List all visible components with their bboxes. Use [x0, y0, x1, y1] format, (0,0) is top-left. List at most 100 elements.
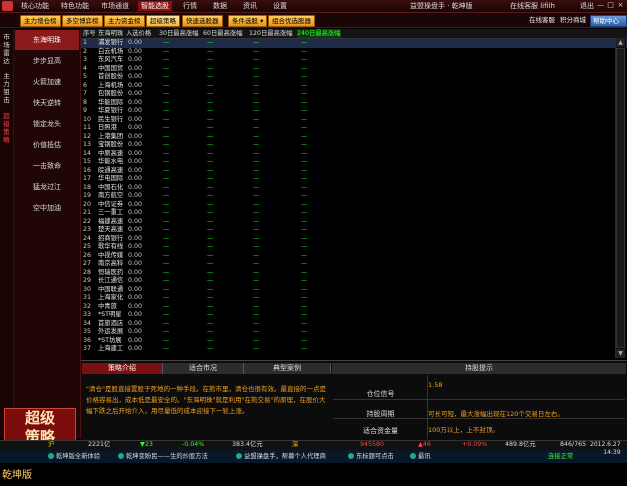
table-row[interactable]: 23 楚天高速 0.00 — — — — — [81, 226, 627, 235]
table-row[interactable]: 2 白云机场 0.00 — — — — — [81, 48, 627, 57]
table-row[interactable]: 12 上港集团 0.00 — — — — — [81, 133, 627, 142]
combo-picker-button[interactable]: 组合优选股器 — [268, 15, 315, 27]
menu-settings[interactable]: 设置 — [270, 1, 290, 11]
vtab-market-radar[interactable]: 市场雷达 — [1, 33, 12, 65]
ticker-text[interactable]: 乾坤版全新体验 — [56, 453, 100, 460]
col-header[interactable]: 30日最高涨幅 — [159, 29, 199, 38]
table-row[interactable]: 29 长江通信 0.00 — — — — — [81, 277, 627, 286]
super-strategy-button[interactable]: 超级策略 — [146, 15, 180, 27]
menu-feature[interactable]: 特色功能 — [58, 1, 92, 11]
table-row[interactable]: 7 包钢股份 0.00 — — — — — [81, 90, 627, 99]
table-row[interactable]: 4 中国国贸 0.00 — — — — — [81, 65, 627, 74]
help-center-button[interactable]: 帮助中心 ▾ — [590, 15, 627, 35]
strategy-item[interactable]: 价值抵估 — [15, 135, 79, 155]
user-label[interactable]: 在线客服 lifilh — [510, 1, 555, 11]
table-row[interactable]: 26 中视传媒 0.00 — — — — — [81, 252, 627, 261]
table-row[interactable]: 25 歌华有线 0.00 — — — — — [81, 243, 627, 252]
maximize-button[interactable]: □ — [606, 1, 615, 10]
table-row[interactable]: 32 中青旅 0.00 — — — — — [81, 303, 627, 312]
table-row[interactable]: 8 华能国际 0.00 — — — — — [81, 99, 627, 108]
bull-bear-button[interactable]: 多空博弈榜 — [62, 15, 103, 27]
strategy-item[interactable]: 一击致命 — [15, 156, 79, 176]
table-row[interactable]: 3 东风汽车 0.00 — — — — — [81, 56, 627, 65]
tab-cases[interactable]: 典型案例 — [244, 363, 331, 374]
table-row[interactable]: 20 中信证券 0.00 — — — — — [81, 201, 627, 210]
vtab-super-strategy[interactable]: 超级策略 — [1, 112, 12, 144]
ticker-text[interactable]: 益盟操盘手，帮募个人代理商 — [244, 453, 326, 460]
close-button[interactable]: × — [616, 1, 625, 10]
ticker-text[interactable]: 最讯 — [418, 453, 431, 460]
table-row[interactable]: 11 日照港 0.00 — — — — — [81, 124, 627, 133]
quick-picker-button[interactable]: 快速选股器 — [182, 15, 223, 27]
scroll-thumb[interactable] — [616, 48, 625, 348]
table-row[interactable]: 13 宝钢股份 0.00 — — — — — [81, 141, 627, 150]
main-fund-button[interactable]: 主力资金榜 — [104, 15, 145, 27]
table-row[interactable]: 28 恒瑞医药 0.00 — — — — — [81, 269, 627, 278]
hold-value: 可长可短，最大涨幅出现在120个交易日左右。 — [428, 410, 564, 418]
scroll-down-icon[interactable]: ▼ — [616, 349, 625, 358]
ticker-text[interactable]: 乾坤变盼民——生的炒股方法 — [126, 453, 208, 460]
table-row[interactable]: 14 中原高速 0.00 — — — — — [81, 150, 627, 159]
tab-market-fit[interactable]: 适合市况 — [163, 363, 244, 374]
entry-price: 0.00 — [128, 311, 143, 318]
ticker-text[interactable]: 东标题可点击 — [356, 453, 394, 460]
strategy-item[interactable]: 步步显高 — [15, 51, 79, 71]
col-header[interactable]: 入选价格 — [126, 29, 151, 38]
condition-pick-button[interactable]: 条件选股 ▾ — [228, 15, 268, 27]
table-row[interactable]: 9 华夏银行 0.00 — — — — — [81, 107, 627, 116]
strategy-item[interactable]: 空中加油 — [15, 198, 79, 218]
table-row[interactable]: 35 外运发展 0.00 — — — — — [81, 328, 627, 337]
col-header[interactable]: 东海明珠 — [98, 29, 123, 38]
col-header[interactable]: 60日最高涨幅 — [203, 29, 243, 38]
strategy-item[interactable]: 锁定龙头 — [15, 114, 79, 134]
online-service-link[interactable]: 在线客服 — [527, 15, 557, 25]
table-row[interactable]: 1 浦发银行 0.00 — — — — — [81, 39, 627, 48]
gain-cell: — — [163, 226, 170, 233]
vtab-main-snipe[interactable]: 主力狙击 — [1, 72, 12, 104]
table-row[interactable]: 18 中国石化 0.00 — — — — — [81, 184, 627, 193]
ticker-item[interactable]: 乾坤变盼民——生的炒股方法 — [118, 452, 208, 461]
ticker-item[interactable]: 乾坤版全新体验 — [48, 452, 100, 461]
exit-link[interactable]: 退出 — [580, 1, 594, 11]
scroll-up-icon[interactable]: ▲ — [616, 38, 625, 47]
points-mall-link[interactable]: 积分商城 — [558, 15, 588, 25]
menu-quotes[interactable]: 行情 — [180, 1, 200, 11]
menu-data[interactable]: 数据 — [210, 1, 230, 11]
strategy-item[interactable]: 火箭加速 — [15, 72, 79, 92]
table-row[interactable]: 5 首创股份 0.00 — — — — — [81, 73, 627, 82]
table-row[interactable]: 21 三一重工 0.00 — — — — — [81, 209, 627, 218]
table-row[interactable]: 6 上海机场 0.00 — — — — — [81, 82, 627, 91]
gain-cell: — — [253, 158, 260, 165]
ticker-item[interactable]: 东标题可点击 — [348, 452, 394, 461]
gain-cell: — — [253, 234, 260, 242]
table-row[interactable]: 27 南京高科 0.00 — — — — — [81, 260, 627, 269]
ticker-item[interactable]: 最讯 — [410, 452, 431, 461]
table-row[interactable]: 37 上海建工 0.00 — — — — — [81, 345, 627, 354]
menu-news[interactable]: 资讯 — [240, 1, 260, 11]
strategy-item[interactable]: 东海明珠 — [15, 30, 79, 50]
table-row[interactable]: 33 *ST明星 0.00 — — — — — [81, 311, 627, 320]
col-header[interactable]: 120日最高涨幅 — [249, 29, 293, 38]
table-row[interactable]: 36 *ST坊展 0.00 — — — — — [81, 337, 627, 346]
table-row[interactable]: 10 民生银行 0.00 — — — — — [81, 116, 627, 125]
menu-market[interactable]: 市场通道 — [98, 1, 132, 11]
minimize-button[interactable]: — — [596, 1, 605, 10]
table-row[interactable]: 31 上海家化 0.00 — — — — — [81, 294, 627, 303]
main-increase-button[interactable]: 主力增仓榜 — [20, 15, 61, 27]
table-row[interactable]: 24 招商银行 0.00 — — — — — [81, 235, 627, 244]
table-row[interactable]: 30 中国联通 0.00 — — — — — [81, 286, 627, 295]
ticker-item[interactable]: 益盟操盘手，帮募个人代理商 — [236, 452, 326, 461]
menu-smart-pick[interactable]: 智能选股 — [138, 1, 172, 11]
col-header[interactable]: 序号 — [83, 29, 96, 38]
strategy-item[interactable]: 快天逆转 — [15, 93, 79, 113]
col-header[interactable]: 240日最高涨幅 — [297, 29, 341, 38]
table-row[interactable]: 22 福建高速 0.00 — — — — — [81, 218, 627, 227]
menu-core[interactable]: 核心功能 — [18, 1, 52, 11]
table-row[interactable]: 16 皖通高速 0.00 — — — — — [81, 167, 627, 176]
tab-strategy-intro[interactable]: 策略介绍 — [82, 363, 163, 374]
strategy-item[interactable]: 猛龙过江 — [15, 177, 79, 197]
table-row[interactable]: 17 华电国际 0.00 — — — — — [81, 175, 627, 184]
table-row[interactable]: 34 首旅酒店 0.00 — — — — — [81, 320, 627, 329]
table-row[interactable]: 15 华能水电 0.00 — — — — — [81, 158, 627, 167]
table-row[interactable]: 19 南方航空 0.00 — — — — — [81, 192, 627, 201]
